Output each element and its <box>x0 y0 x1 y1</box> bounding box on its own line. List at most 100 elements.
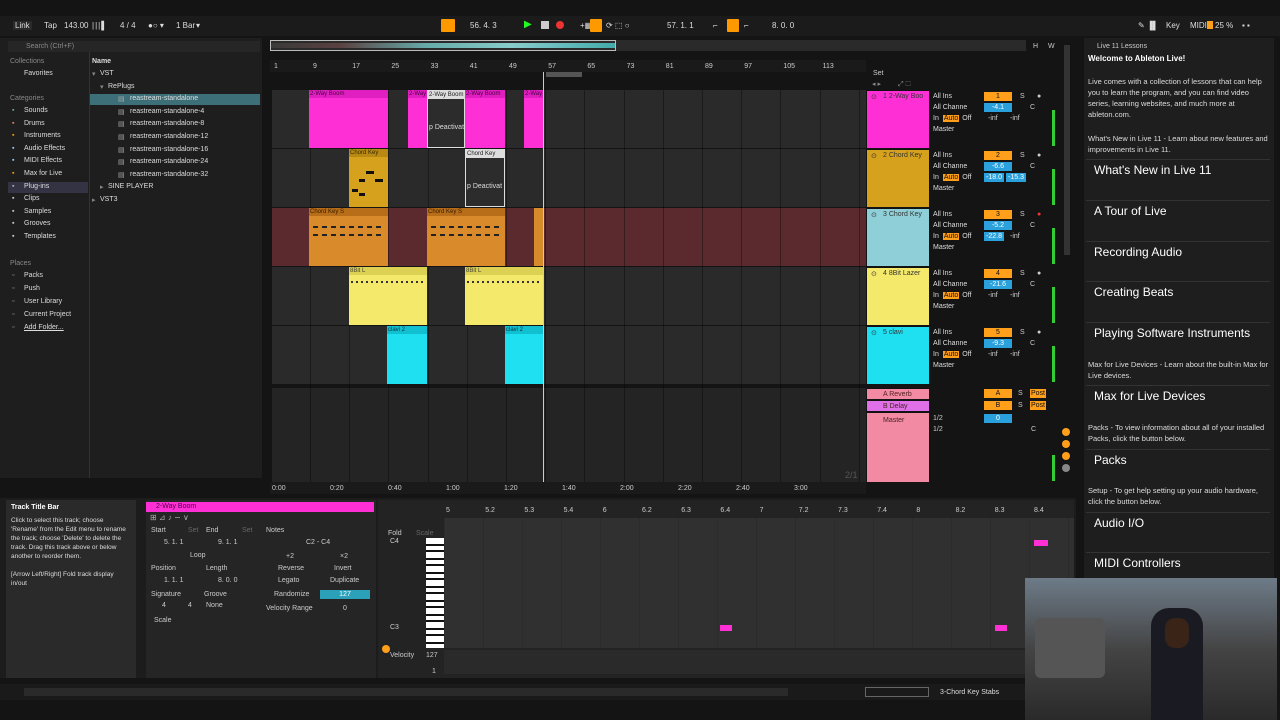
track-volume[interactable]: -4.1 <box>984 103 1012 112</box>
output-select[interactable]: Master <box>931 242 981 253</box>
master-track[interactable]: Master <box>867 412 929 482</box>
send-a[interactable]: -inf <box>988 350 998 359</box>
capture-icon[interactable]: ⟳ ⬚ ○ <box>606 21 630 30</box>
lane-track-5[interactable] <box>272 326 866 384</box>
input-channel-select[interactable]: All Channe <box>931 161 981 172</box>
clip-deactivated[interactable]: Chord Key p Deactivat <box>465 149 505 207</box>
fold-track-icon[interactable]: ⊙ <box>871 152 877 160</box>
monitor-in-button[interactable]: In <box>933 174 939 181</box>
track-header-4[interactable]: ⊙ 4 8Bit Lazer <box>867 267 929 325</box>
send-b[interactable]: -inf <box>1010 350 1020 359</box>
nudge-icon[interactable]: |||▌ <box>92 21 108 30</box>
monitor-off-button[interactable]: Off <box>962 351 971 358</box>
sidebar-item-category[interactable]: Instruments <box>24 132 61 139</box>
sidebar-item-category[interactable]: Sounds <box>24 107 48 114</box>
set-end-button[interactable]: Set <box>242 526 253 535</box>
lesson-link[interactable]: Max for Live Devices <box>1094 389 1205 403</box>
track-volume[interactable]: -5.2 <box>984 221 1012 230</box>
track-activator[interactable]: 2 <box>984 151 1012 160</box>
monitor-auto-button[interactable]: Auto <box>942 351 960 358</box>
track-volume[interactable]: -9.3 <box>984 339 1012 348</box>
midi-note[interactable] <box>720 625 732 631</box>
scale-button[interactable]: Scale <box>416 529 434 538</box>
track-name[interactable]: 3 Chord Key <box>883 211 922 218</box>
send-a[interactable]: -inf <box>988 114 998 123</box>
time-ruler[interactable]: 0:00 0:20 0:40 1:00 1:20 1:40 2:00 2:20 2:40 3:00 <box>270 482 866 494</box>
quantize-select[interactable]: 1 Bar <box>176 21 195 30</box>
send-a[interactable]: -22.8 <box>984 232 1004 241</box>
clip-clavi-2[interactable]: clavi 2 <box>387 326 427 384</box>
fold-track-icon[interactable]: ⊙ <box>871 329 877 337</box>
lesson-link[interactable]: Packs <box>1094 453 1127 467</box>
legato-button[interactable]: Legato <box>278 576 299 585</box>
return-track-a[interactable]: A Reverb <box>867 388 929 399</box>
loop-length-field[interactable]: 8. 0. 0 <box>772 21 794 30</box>
overview-h-icon[interactable]: H <box>1033 42 1038 51</box>
input-type-select[interactable]: All Ins <box>931 327 981 338</box>
browser-tree-item[interactable]: reastream-standalone-24 <box>130 158 208 165</box>
clip-end-field[interactable]: 9. 1. 1 <box>218 538 237 547</box>
output-select[interactable]: Master <box>931 360 981 371</box>
browser-tree-item[interactable]: reastream-standalone-32 <box>130 171 208 178</box>
name-column-header[interactable]: Name <box>92 58 111 65</box>
tempo-field[interactable]: 143.00 <box>64 21 88 30</box>
monitor-auto-button[interactable]: Auto <box>942 174 960 181</box>
lesson-link[interactable]: Audio I/O <box>1094 516 1144 530</box>
master-pan[interactable]: C <box>1031 425 1036 434</box>
loop-brace[interactable] <box>546 72 582 77</box>
arrangement-overview[interactable] <box>270 40 1026 51</box>
bar-ruler[interactable]: 1 9 17 25 33 41 49 57 65 73 81 89 97 105 113 <box>270 60 866 72</box>
monitor-off-button[interactable]: Off <box>962 174 971 181</box>
post-button[interactable]: Post <box>1030 389 1047 398</box>
time-signature-field[interactable]: 4 / 4 <box>120 21 136 30</box>
post-button[interactable]: Post <box>1030 401 1047 410</box>
play-icon[interactable]: ▶ <box>524 19 532 30</box>
browser-tree-item[interactable]: VST <box>100 70 114 77</box>
sidebar-item-place[interactable]: Add Folder... <box>24 324 64 331</box>
clip-2-way-boom[interactable]: 2-Way Boom <box>408 90 428 148</box>
duplicate-button[interactable]: Duplicate <box>330 576 359 585</box>
solo-icon[interactable]: S <box>1018 389 1023 398</box>
track-header-2[interactable]: ⊙ 2 Chord Key <box>867 149 929 207</box>
status-scroll[interactable] <box>865 687 929 697</box>
monitor-auto-button[interactable]: Auto <box>942 115 960 122</box>
input-channel-select[interactable]: All Channe <box>931 338 981 349</box>
zoom-icons[interactable]: ⤢ ⬚ <box>898 80 911 89</box>
send-b[interactable]: -inf <box>1010 114 1020 123</box>
solo-icon[interactable]: S <box>1020 92 1025 101</box>
track-pan[interactable]: C <box>1030 339 1035 348</box>
editor-ruler[interactable]: 5 5.2 5.3 5.4 6 6.2 6.3 6.4 7 7.2 7.3 7.4 8 8.2 8.3 8.4 <box>446 504 1072 516</box>
track-name[interactable]: 5 clavi <box>883 329 903 336</box>
scale-toggle[interactable]: Scale <box>154 616 172 625</box>
punch-in-icon[interactable]: ⌐ <box>713 21 718 30</box>
groove-select[interactable]: None <box>206 601 223 610</box>
signature-denominator[interactable]: 4 <box>188 601 192 610</box>
lesson-link[interactable]: MIDI Controllers <box>1094 556 1181 570</box>
track-activator[interactable]: 3 <box>984 210 1012 219</box>
track-name[interactable]: 1 2-Way Boo <box>883 93 923 100</box>
overview-viewport[interactable] <box>270 40 616 51</box>
monitor-off-button[interactable]: Off <box>962 292 971 299</box>
fold-track-icon[interactable]: ⊙ <box>871 93 877 101</box>
automation-arm-button[interactable] <box>590 19 602 32</box>
midi-note[interactable] <box>995 625 1007 631</box>
track-activator[interactable]: 4 <box>984 269 1012 278</box>
note-grid[interactable] <box>444 518 1074 648</box>
folder-arrow-icon[interactable]: ▸ <box>92 196 96 204</box>
send-a[interactable]: -18.0 <box>984 173 1004 182</box>
sidebar-item-category[interactable]: Clips <box>24 195 40 202</box>
sidebar-item-category[interactable]: Templates <box>24 233 56 240</box>
track-pan[interactable]: C <box>1030 221 1035 230</box>
track-pan[interactable]: C <box>1030 103 1035 112</box>
double-tempo-button[interactable]: ×2 <box>340 552 348 561</box>
sidebar-item-place[interactable]: User Library <box>24 298 62 305</box>
link-button[interactable]: Link <box>13 21 32 30</box>
sidebar-item-category[interactable]: Grooves <box>24 220 50 227</box>
solo-icon[interactable]: S <box>1020 151 1025 160</box>
master-output-1[interactable]: 1/2 <box>933 414 943 423</box>
sidebar-item-category[interactable]: MIDI Effects <box>24 157 62 164</box>
clip-clavi-2[interactable]: clavi 2 <box>505 326 544 384</box>
arm-icon[interactable]: ● <box>1037 269 1041 278</box>
randomize-amount[interactable]: 127 <box>320 590 370 599</box>
track-header-3[interactable]: ⊙ 3 Chord Key <box>867 208 929 266</box>
